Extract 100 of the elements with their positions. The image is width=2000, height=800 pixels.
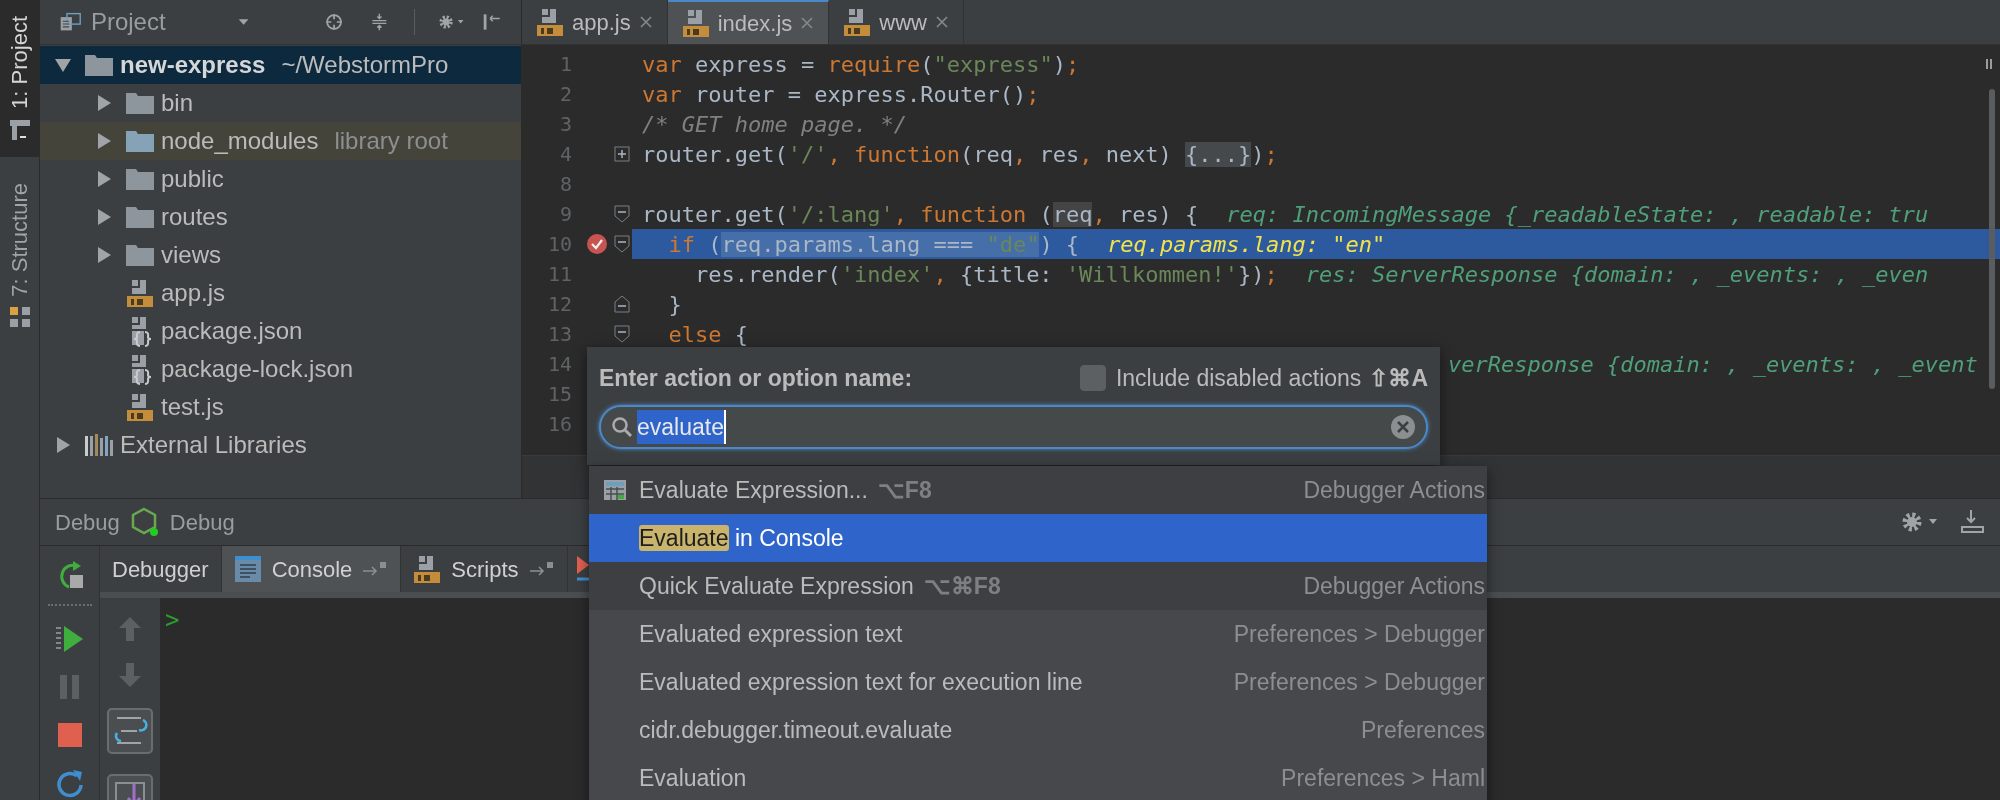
action-result-item[interactable]: Evaluation Preferences > Haml — [589, 754, 1487, 800]
tool-window-tab[interactable]: 1: Project — [0, 0, 39, 157]
collapsed-arrow-icon[interactable] — [95, 246, 113, 264]
editor-tab[interactable]: index.js — [667, 0, 830, 44]
line-number: 3 — [558, 111, 572, 138]
pin-arrow-icon[interactable] — [528, 561, 555, 577]
fold-minus-icon[interactable] — [614, 295, 630, 313]
breakpoint-icon[interactable] — [586, 233, 608, 255]
inline-value-hint: req.params.lang: "en" — [1107, 230, 1386, 259]
tree-row[interactable]: package-lock.json — [40, 350, 521, 388]
collapsed-arrow-icon[interactable] — [95, 94, 113, 112]
search-field[interactable]: evaluate — [599, 405, 1428, 449]
tree-item-name: new-express — [120, 50, 266, 80]
js-file-icon — [126, 392, 154, 422]
close-icon[interactable] — [638, 15, 653, 29]
tree-row[interactable]: package.json — [40, 312, 521, 350]
line-number: 16 — [546, 411, 572, 438]
line-number: 10 — [546, 231, 572, 258]
hide-down-icon[interactable] — [1959, 509, 1985, 535]
fold-plus-icon[interactable] — [614, 146, 630, 162]
step-icon[interactable] — [575, 554, 590, 584]
collapsed-arrow-icon[interactable] — [95, 208, 113, 226]
tree-item-name: public — [161, 164, 224, 194]
tree-row[interactable]: app.js — [40, 274, 521, 312]
calculator-icon — [603, 479, 627, 501]
action-result-item[interactable]: Evaluated expression text Preferences > Debugger — [589, 610, 1487, 658]
code-text: res.render('index', {title: 'Willkommen!'}); — [693, 260, 1278, 289]
shortcut-text: ⇧⌘A — [1369, 363, 1428, 393]
tree-row[interactable]: views — [40, 236, 521, 274]
folder-icon — [125, 167, 155, 191]
tree-row[interactable]: node_modules library root — [40, 122, 521, 160]
action-result-item[interactable]: Evaluate Expression... ⌥F8 Debugger Actions — [589, 466, 1487, 514]
shortcut-text: ⌥F8 — [877, 475, 932, 505]
fold-minus-icon[interactable] — [614, 235, 630, 253]
js-file-icon — [126, 278, 154, 308]
tree-item-name: app.js — [161, 278, 226, 308]
fold-minus-icon[interactable] — [614, 205, 630, 223]
action-result-item[interactable]: cidr.debugger.timeout.evaluate Preferences — [589, 706, 1487, 754]
tree-row[interactable]: new-express ~/WebstormPro — [40, 46, 521, 84]
editor-tab[interactable]: www — [829, 0, 964, 44]
code-text: else { — [667, 320, 748, 349]
result-label: Evaluated expression text — [639, 619, 903, 649]
tree-item-name: bin — [161, 88, 194, 118]
tool-window-tab[interactable]: 7: Structure — [0, 166, 39, 345]
console-prompt: > — [165, 606, 180, 634]
clear-icon[interactable] — [1390, 414, 1416, 440]
inline-value-hint: verResponse {domain: , _events: , _event — [1448, 350, 1978, 379]
tree-row[interactable]: bin — [40, 84, 521, 122]
code-text: var express = require("express"); — [642, 50, 1080, 79]
inline-value-hint: res: ServerResponse {domain: , _events: , _even — [1305, 260, 1929, 289]
tree-item-name: External Libraries — [120, 430, 307, 460]
folder-icon — [84, 53, 114, 77]
collapsed-arrow-icon[interactable] — [95, 132, 113, 150]
tree-item-note: library root — [334, 126, 448, 156]
restart-icon[interactable] — [54, 768, 85, 798]
pin-arrow-icon[interactable] — [362, 561, 389, 577]
dropdown-caret-icon[interactable] — [237, 17, 249, 27]
result-label: Evaluation — [639, 763, 747, 793]
line-number: 15 — [546, 381, 572, 408]
tree-row[interactable]: test.js — [40, 388, 521, 426]
js-file-icon — [413, 554, 442, 584]
result-category: Preferences > Haml — [1281, 763, 1485, 793]
console-icon — [233, 555, 262, 583]
debug-tab[interactable]: Scripts — [401, 546, 568, 592]
result-category: Debugger Actions — [1303, 571, 1485, 601]
close-icon[interactable] — [800, 16, 815, 30]
tree-item-name: views — [161, 240, 221, 270]
expanded-arrow-icon[interactable] — [54, 56, 72, 74]
soft-wrap-icon[interactable] — [107, 708, 153, 754]
tree-item-name: routes — [161, 202, 228, 232]
node-config-icon — [129, 507, 160, 537]
collapsed-arrow-icon[interactable] — [95, 170, 113, 188]
structure-icon — [7, 304, 32, 329]
line-number: 2 — [558, 81, 572, 108]
action-result-item[interactable]: Quick Evaluate Expression ⌥⌘F8 Debugger Actions — [589, 562, 1487, 610]
tree-row[interactable]: External Libraries — [40, 426, 521, 464]
action-result-item[interactable]: Evaluated expression text for execution line Preferences > Debugger — [589, 658, 1487, 706]
tree-row[interactable]: routes — [40, 198, 521, 236]
stop-icon[interactable] — [56, 722, 83, 748]
tree-row[interactable]: public — [40, 160, 521, 198]
code-text: var router = express.Router(); — [642, 80, 1040, 109]
code-text: router.get('/', function(req, res, next) {...}); — [642, 140, 1278, 169]
editor-tab[interactable]: app.js — [522, 0, 668, 44]
resume-icon[interactable] — [54, 624, 85, 654]
code-text: if (req.params.lang === "de") { — [667, 230, 1080, 259]
tool-window-title: Debug — [55, 508, 120, 537]
close-icon[interactable] — [935, 15, 949, 29]
inline-value-hint: req: IncomingMessage {_readableState: , readable: tru — [1226, 200, 1929, 229]
collapsed-arrow-icon[interactable] — [54, 436, 72, 454]
line-number: 11 — [546, 261, 572, 288]
action-result-item[interactable]: Evaluate in Console — [589, 514, 1487, 562]
debug-tab[interactable]: Debugger — [100, 546, 222, 592]
line-number: 14 — [546, 351, 572, 378]
debug-tab[interactable]: Console — [221, 546, 402, 592]
result-category: Preferences > Debugger — [1233, 619, 1485, 649]
shortcut-text: ⌥⌘F8 — [923, 571, 1001, 601]
result-label: Quick Evaluate Expression — [639, 571, 914, 601]
tree-item-name: package-lock.json — [161, 354, 354, 384]
fold-minus-icon[interactable] — [614, 325, 630, 343]
scrollbar-icon[interactable] — [1986, 59, 1996, 389]
